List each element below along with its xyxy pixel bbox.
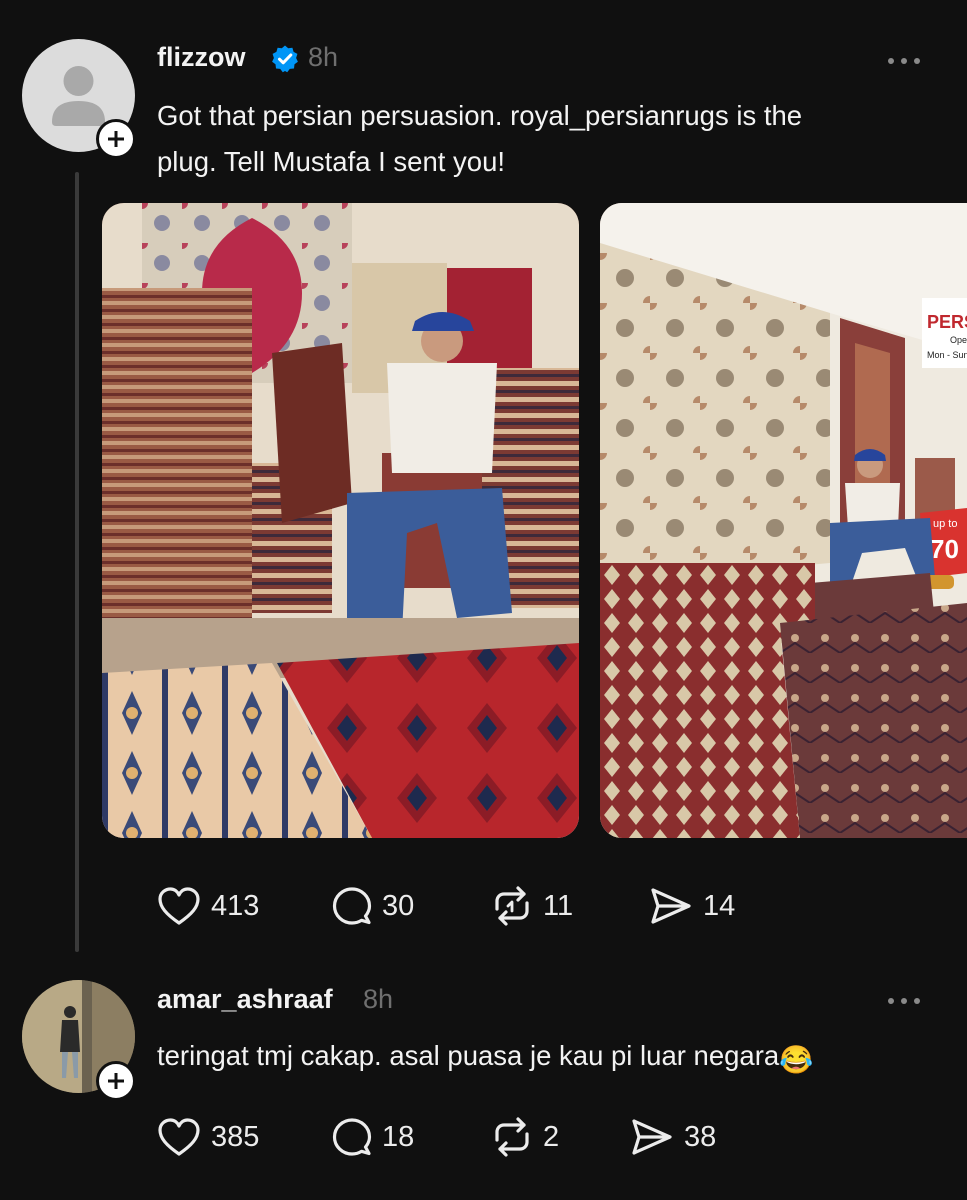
plus-icon (108, 1073, 124, 1089)
username[interactable]: amar_ashraaf (157, 984, 333, 1015)
repost-count: 2 (543, 1120, 560, 1153)
svg-text:Mon - Sun: Mon - Sun (927, 350, 967, 360)
heart-icon (158, 1118, 200, 1156)
send-icon (632, 1119, 672, 1155)
username[interactable]: flizzow (157, 42, 246, 73)
post-time: 8h (308, 42, 339, 72)
svg-text:70: 70 (930, 534, 959, 564)
heart-icon (158, 887, 200, 925)
like-button[interactable]: 413 (157, 884, 259, 928)
laughing-emoji-icon: 😂 (779, 1044, 814, 1075)
shop-sign-text: PERSI (927, 312, 967, 332)
post-actions: 385 18 2 38 (157, 1115, 857, 1159)
post-actions: 413 30 11 14 (157, 884, 857, 928)
more-options-icon[interactable] (886, 55, 926, 67)
verified-badge-icon (272, 45, 298, 73)
post-text-line: plug. Tell Mustafa I sent you! (157, 146, 506, 177)
photo-man-seated-on-rug-stack (102, 203, 579, 838)
reply-count: 18 (382, 1120, 415, 1153)
post-image-1[interactable] (102, 203, 579, 838)
send-icon (651, 888, 691, 924)
repost-count: 11 (543, 889, 574, 922)
share-button[interactable]: 38 (630, 1115, 716, 1159)
repost-icon (495, 1117, 529, 1157)
plus-icon (108, 131, 124, 147)
post-amar-ashraaf: amar_ashraaf 8h teringat tmj cakap. asal… (0, 960, 967, 1200)
post-text-content: teringat tmj cakap. asal puasa je kau pi… (157, 1040, 780, 1071)
repost-icon (495, 886, 529, 926)
reply-count: 30 (382, 889, 415, 922)
repost-button[interactable]: 11 (491, 884, 573, 928)
repost-button[interactable]: 2 (491, 1115, 559, 1159)
share-button[interactable]: 14 (649, 884, 735, 928)
more-options-icon[interactable] (886, 995, 926, 1007)
svg-text:Ope: Ope (950, 335, 967, 345)
post-flizzow: flizzow 8h Got that persian persuasion. … (0, 0, 967, 960)
post-time: 8h (363, 984, 394, 1014)
post-text-line: Got that persian persuasion. royal_persi… (157, 100, 803, 131)
post-text: teringat tmj cakap. asal puasa je kau pi… (157, 1033, 813, 1083)
photo-rug-shop-interior: PERSI Ope Mon - Sun up to 70 (600, 203, 967, 838)
post-image-2[interactable]: PERSI Ope Mon - Sun up to 70 (600, 203, 967, 838)
svg-text:up to: up to (933, 518, 957, 530)
like-button[interactable]: 385 (157, 1115, 259, 1159)
reply-button[interactable]: 18 (332, 1115, 414, 1159)
share-count: 38 (684, 1120, 717, 1153)
reply-button[interactable]: 30 (332, 884, 414, 928)
share-count: 14 (703, 889, 736, 922)
comment-icon (332, 887, 372, 925)
follow-button[interactable] (96, 119, 136, 159)
like-count: 385 (211, 1120, 260, 1153)
comment-icon (332, 1118, 372, 1156)
follow-button[interactable] (96, 1061, 136, 1101)
thread-line (75, 172, 79, 952)
like-count: 413 (211, 889, 260, 922)
